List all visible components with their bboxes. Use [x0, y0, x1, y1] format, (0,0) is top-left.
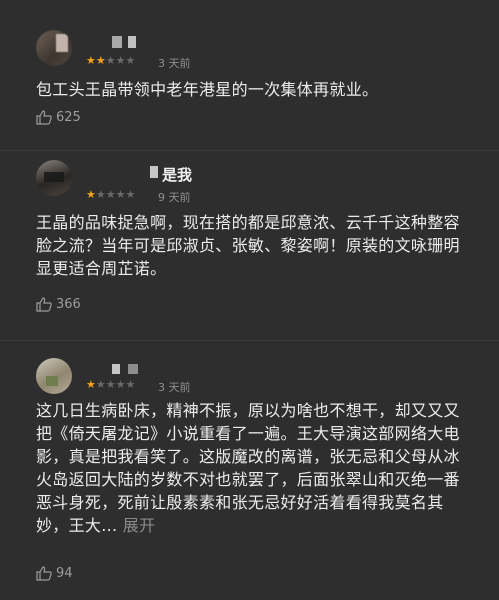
rating-stars: ★★★★★ — [86, 54, 136, 67]
review-time: 3 天前 — [158, 57, 191, 70]
avatar[interactable] — [36, 160, 72, 196]
thumbs-up-icon — [36, 297, 52, 312]
like-button[interactable]: 94 — [36, 566, 73, 581]
username: 是我 — [162, 166, 193, 184]
avatar[interactable] — [36, 30, 72, 66]
review-time: 3 天前 — [158, 381, 191, 394]
review-card: ★★★★★ 3 天前 这几日生病卧床，精神不振，原以为啥也不想干，却又又又把《倚… — [22, 358, 482, 598]
review-text: 王晶的品味捉急啊，现在搭的都是邱意浓、云千千这种整容脸之流？当年可是邱淑贞、张敏… — [36, 213, 460, 278]
like-count: 625 — [56, 110, 81, 125]
divider — [0, 150, 499, 151]
rating-stars: ★★★★★ — [86, 378, 136, 391]
review-card: ★★★★★ 3 天前 包工头王晶带领中老年港星的一次集体再就业。 625 — [22, 30, 482, 135]
review-text: 这几日生病卧床，精神不振，原以为啥也不想干，却又又又把《倚天屠龙记》小说重看了一… — [36, 399, 476, 537]
thumbs-up-icon — [36, 110, 52, 125]
expand-link[interactable]: 展开 — [123, 516, 156, 535]
avatar[interactable] — [36, 358, 72, 394]
rating-stars: ★★★★★ — [86, 188, 136, 201]
thumbs-up-icon — [36, 566, 52, 581]
divider — [0, 340, 499, 341]
like-button[interactable]: 366 — [36, 297, 81, 312]
review-body: 这几日生病卧床，精神不振，原以为啥也不想干，却又又又把《倚天屠龙记》小说重看了一… — [36, 401, 460, 535]
username-mosaic — [150, 166, 158, 178]
like-count: 94 — [56, 566, 73, 581]
review-text: 包工头王晶带领中老年港星的一次集体再就业。 — [36, 80, 379, 99]
like-button[interactable]: 625 — [36, 110, 81, 125]
review-time: 9 天前 — [158, 191, 191, 204]
like-count: 366 — [56, 297, 81, 312]
review-card: 是我 ★★★★★ 9 天前 王晶的品味捉急啊，现在搭的都是邱意浓、云千千这种整容… — [22, 160, 482, 330]
